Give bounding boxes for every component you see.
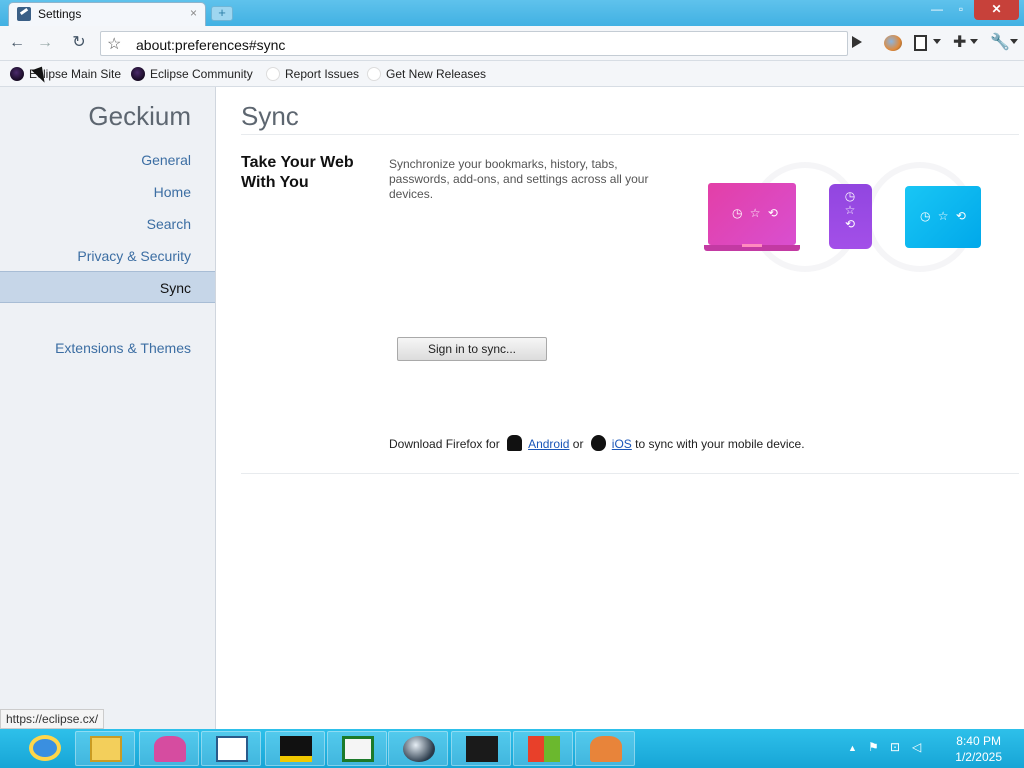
minimize-button[interactable]: — — [926, 0, 948, 20]
main-content: Sync Take Your Web With You Synchronize … — [217, 87, 1024, 729]
status-url: https://eclipse.cx/ — [0, 709, 105, 729]
clock-date: 1/2/2025 — [955, 750, 1002, 764]
back-button[interactable]: ← — [6, 33, 28, 55]
folder-icon — [90, 736, 122, 762]
document-window-icon — [216, 736, 248, 762]
clock[interactable]: 8:40 PM 1/2/2025 — [955, 733, 1002, 765]
android-link[interactable]: Android — [528, 437, 569, 451]
maximize-button[interactable]: ▫ — [950, 0, 972, 20]
section-description: Synchronize your bookmarks, history, tab… — [389, 157, 649, 201]
sphere-app-icon — [403, 736, 435, 762]
window-taskbar-button[interactable] — [201, 731, 261, 766]
title-bar: Settings × + — ▫ ✕ — [0, 0, 1024, 26]
bookmark-report-issues[interactable]: Report Issues — [266, 66, 359, 82]
page-menu-icon[interactable] — [914, 35, 927, 51]
eclipse-favicon-icon — [10, 67, 24, 81]
extensions-caret-icon[interactable] — [970, 39, 978, 44]
app-taskbar-button-1[interactable] — [265, 731, 325, 766]
eclipse-favicon-icon — [131, 67, 145, 81]
taskbar: ▲ ⚑ ⊡ ◁ 8:40 PM 1/2/2025 — [0, 729, 1024, 768]
forward-button[interactable]: → — [34, 33, 56, 55]
app-taskbar-button-6[interactable] — [575, 731, 635, 766]
apple-icon — [590, 435, 606, 451]
settings-sidebar: Geckium General Home Search Privacy & Se… — [0, 87, 216, 729]
bookmark-eclipse-main-site[interactable]: Eclipse Main Site — [10, 66, 121, 82]
url-text[interactable]: about:preferences#sync — [136, 37, 285, 53]
download-prefix: Download Firefox for — [389, 437, 500, 451]
bookmarks-bar: Eclipse Main Site Eclipse Community Repo… — [0, 61, 1024, 87]
clock-time: 8:40 PM — [956, 734, 1001, 748]
wrench-caret-icon[interactable] — [1010, 39, 1018, 44]
app-taskbar-button-3[interactable] — [388, 731, 448, 766]
sidebar-item-extensions-themes[interactable]: Extensions & Themes — [55, 340, 191, 356]
geckium-browser-icon — [154, 736, 186, 762]
graph-app-icon — [280, 736, 312, 762]
bookmark-eclipse-community[interactable]: Eclipse Community — [131, 66, 253, 82]
terminal-app-icon — [466, 736, 498, 762]
page-title: Sync — [241, 101, 299, 131]
network-icon[interactable]: ⊡ — [890, 740, 900, 754]
windows-flag-icon — [528, 736, 560, 762]
sync-glyphs-icon: ◷ ☆ ⟲ — [732, 206, 780, 220]
browser-taskbar-button[interactable] — [139, 731, 199, 766]
explorer-taskbar-button[interactable] — [75, 731, 135, 766]
volume-muted-icon[interactable]: ◁ — [912, 740, 921, 754]
blank-favicon-icon — [266, 67, 280, 81]
download-suffix: to sync with your mobile device. — [635, 437, 805, 451]
page-menu-caret-icon[interactable] — [933, 39, 941, 44]
navigation-bar: ← → ↻ ☆ about:preferences#sync ✚ 🔧 — [0, 26, 1024, 61]
android-icon — [507, 435, 523, 451]
tab-settings[interactable]: Settings × — [8, 2, 206, 26]
close-window-button[interactable]: ✕ — [974, 0, 1019, 20]
download-firefox-line: Download Firefox for Android or iOS to s… — [389, 435, 805, 451]
show-hidden-icons-button[interactable]: ▲ — [848, 743, 857, 753]
close-tab-icon[interactable]: × — [190, 6, 197, 20]
sync-glyphs-icon: ◷ ☆ ⟲ — [920, 209, 968, 223]
action-center-icon[interactable]: ⚑ — [868, 740, 879, 754]
ios-link[interactable]: iOS — [612, 437, 632, 451]
app-taskbar-button-2[interactable] — [327, 731, 387, 766]
extension-icon[interactable] — [884, 35, 902, 51]
blank-favicon-icon — [367, 67, 381, 81]
reload-button[interactable]: ↻ — [68, 33, 90, 55]
or-text: or — [572, 437, 584, 451]
system-tray: ▲ ⚑ ⊡ ◁ 8:40 PM 1/2/2025 — [834, 729, 1024, 768]
brand-title: Geckium — [88, 101, 191, 131]
bookmark-star-icon[interactable]: ☆ — [107, 34, 121, 54]
sidebar-item-search[interactable]: Search — [147, 216, 191, 232]
wrench-icon — [17, 7, 31, 21]
new-tab-button[interactable]: + — [211, 6, 233, 21]
divider — [241, 473, 1019, 474]
sidebar-item-home[interactable]: Home — [154, 184, 191, 200]
ie-taskbar-button[interactable] — [15, 731, 73, 766]
section-title: Take Your Web With You — [241, 154, 354, 191]
bookmark-get-new-releases[interactable]: Get New Releases — [367, 66, 486, 82]
app-taskbar-button-4[interactable] — [451, 731, 511, 766]
extensions-puzzle-icon[interactable]: ✚ — [953, 35, 971, 51]
go-icon[interactable] — [852, 36, 862, 48]
sidebar-item-privacy-security[interactable]: Privacy & Security — [77, 248, 191, 264]
sidebar-item-label: Sync — [159, 280, 191, 296]
internet-explorer-icon — [29, 735, 61, 761]
wrench-menu-icon[interactable]: 🔧 — [990, 35, 1010, 51]
laptop-trackpad-illustration — [742, 244, 762, 247]
sidebar-item-general[interactable]: General — [141, 152, 191, 168]
sync-glyphs-icon: ◷ ☆ ⟲ — [844, 189, 858, 231]
fox-app-icon — [590, 736, 622, 762]
address-bar[interactable]: ☆ about:preferences#sync — [100, 31, 848, 56]
network-app-icon — [342, 736, 374, 762]
sign-in-to-sync-button[interactable]: Sign in to sync... — [397, 337, 547, 361]
divider — [241, 134, 1019, 135]
tab-title: Settings — [38, 7, 82, 21]
sidebar-item-sync[interactable]: Sync — [0, 271, 215, 303]
app-taskbar-button-5[interactable] — [513, 731, 573, 766]
